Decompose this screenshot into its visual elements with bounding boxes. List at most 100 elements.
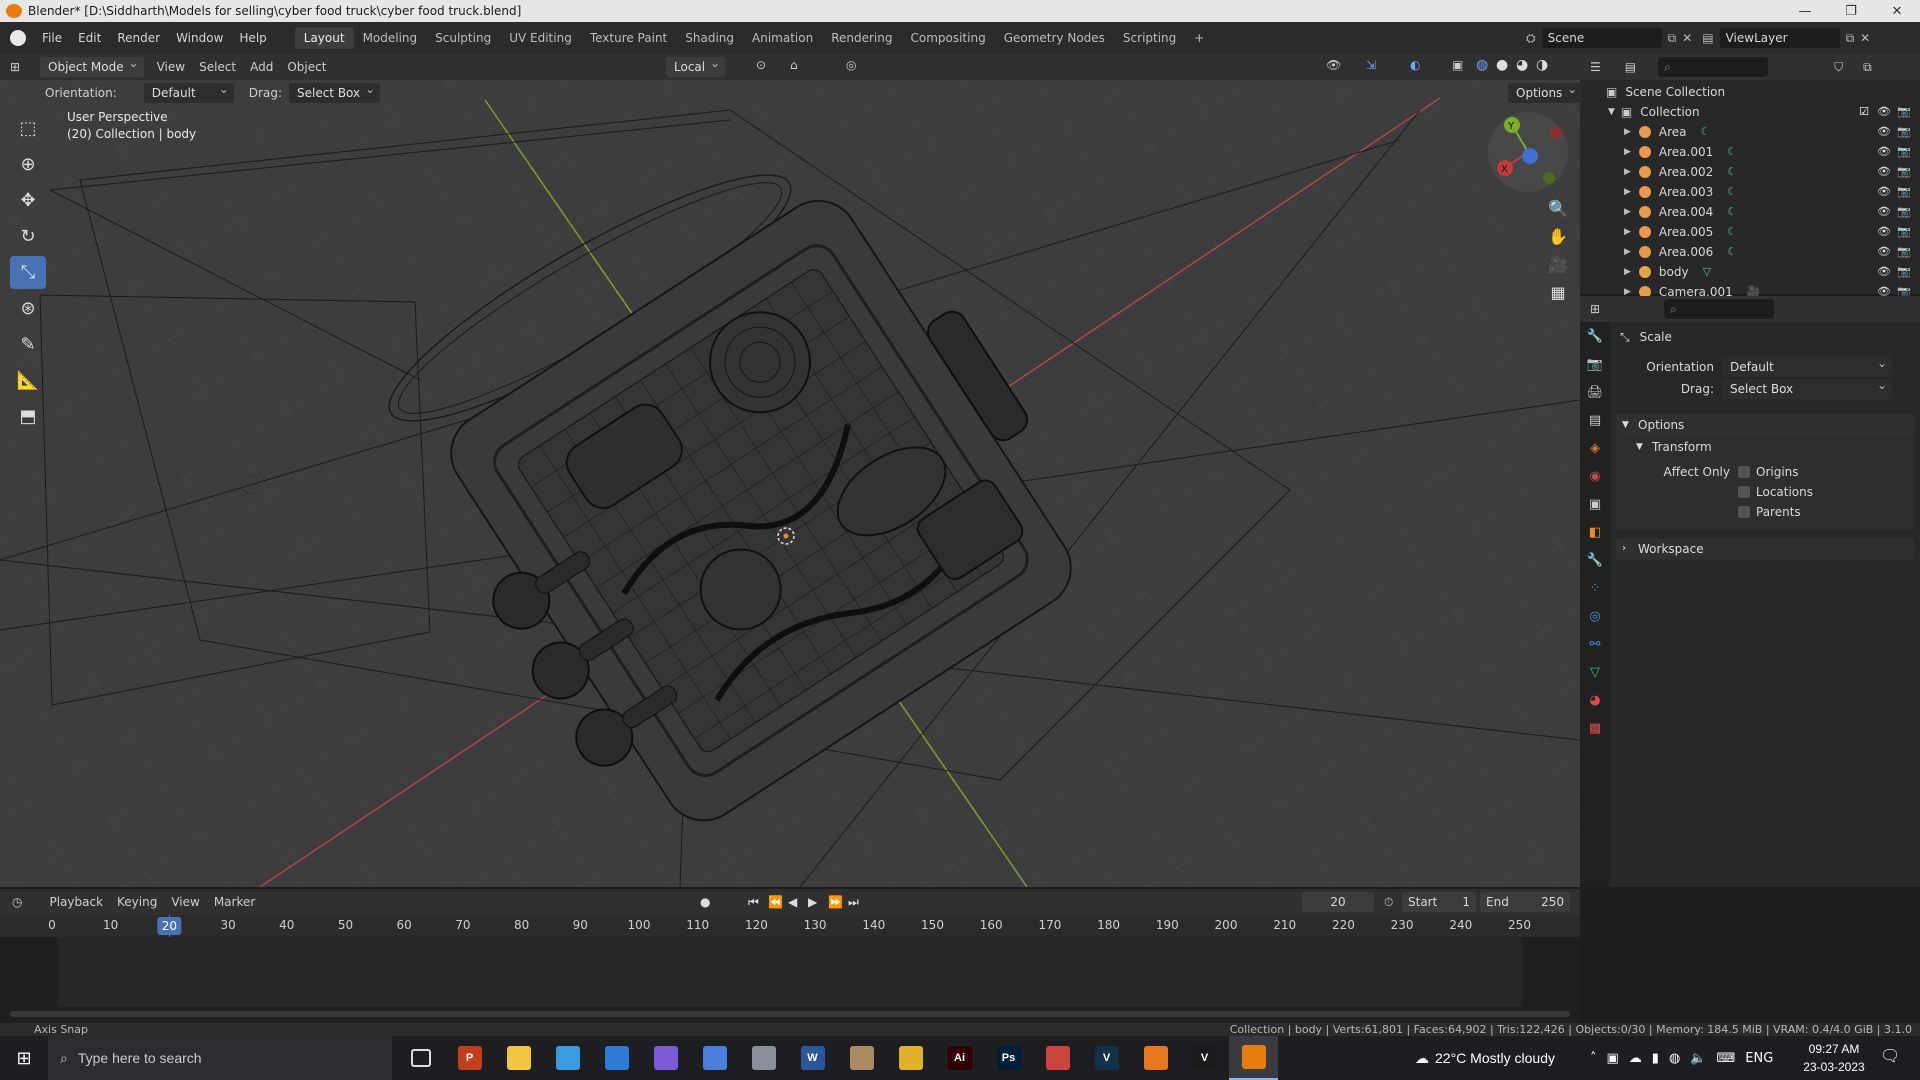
scene-field[interactable]: Scene: [1541, 28, 1662, 48]
viewlayer-field[interactable]: ViewLayer: [1719, 28, 1840, 48]
select-box-tool-icon[interactable]: ⬚: [10, 112, 46, 145]
physics-tab-icon[interactable]: ◎: [1580, 602, 1610, 630]
render-tab-icon[interactable]: 📷: [1580, 350, 1610, 378]
maximize-button[interactable]: ❐: [1828, 0, 1874, 22]
render-camera-icon[interactable]: 📷: [1896, 182, 1912, 202]
row-expand-icon[interactable]: ▶: [1624, 142, 1631, 162]
gizmo-icon[interactable]: ⇲: [1366, 58, 1376, 72]
timeline-view-menu[interactable]: View: [164, 895, 206, 909]
outliner-row[interactable]: ▶ Area.001 ☾ 👁 📷: [1580, 142, 1920, 162]
move-tool-icon[interactable]: ✥: [10, 184, 46, 217]
keyboard-icon[interactable]: ⌨: [1716, 1051, 1735, 1066]
options-dropdown[interactable]: Options: [1508, 79, 1583, 103]
row-expand-icon[interactable]: ▶: [1624, 202, 1631, 222]
current-frame-field[interactable]: 20: [1302, 892, 1374, 912]
play-icon[interactable]: ▶: [808, 895, 817, 909]
scene-tab-icon[interactable]: ◈: [1580, 434, 1610, 462]
taskbar-app-app-red[interactable]: [1033, 1036, 1082, 1080]
select-menu[interactable]: Select: [192, 60, 243, 74]
parents-checkbox[interactable]: [1738, 506, 1750, 518]
menu-render[interactable]: Render: [109, 22, 168, 54]
options-panel-header[interactable]: ▼ Options: [1616, 414, 1914, 436]
collection-visibility-icon[interactable]: 👁: [1876, 102, 1892, 122]
prop-orientation-dropdown[interactable]: Default: [1722, 353, 1892, 377]
proportional-edit-icon[interactable]: ◎: [846, 58, 856, 72]
outliner-row[interactable]: ▶ Area.006 ☾ 👁 📷: [1580, 242, 1920, 262]
jump-start-icon[interactable]: ⏮: [748, 895, 759, 910]
outliner-row[interactable]: ▶ body ▽ 👁 📷: [1580, 262, 1920, 282]
taskbar-app-app-gray[interactable]: [739, 1036, 788, 1080]
collection-expand-icon[interactable]: ▼: [1608, 102, 1615, 122]
taskbar-app-illustrator[interactable]: Ai: [935, 1036, 984, 1080]
row-expand-icon[interactable]: ▶: [1624, 122, 1631, 142]
render-camera-icon[interactable]: 📷: [1896, 262, 1912, 282]
tab-modeling[interactable]: Modeling: [354, 27, 427, 49]
pan-hand-icon[interactable]: ✋: [1546, 222, 1570, 250]
delete-viewlayer-icon[interactable]: ✕: [1860, 31, 1870, 45]
row-expand-icon[interactable]: ▶: [1624, 182, 1631, 202]
object-menu[interactable]: Object: [280, 60, 333, 74]
taskbar-app-blender[interactable]: [1229, 1036, 1278, 1080]
taskbar-app-calendar[interactable]: [592, 1036, 641, 1080]
taskbar-search-box[interactable]: ⌕ Type here to search: [48, 1036, 392, 1080]
end-frame-field[interactable]: End 250: [1480, 892, 1570, 912]
xray-icon[interactable]: ▣: [1452, 58, 1463, 72]
orientation-dropdown[interactable]: Default: [143, 79, 234, 103]
origins-checkbox[interactable]: [1738, 466, 1750, 478]
render-camera-icon[interactable]: 📷: [1896, 202, 1912, 222]
pivot-icon[interactable]: ⊙: [756, 58, 766, 72]
solid-shading-icon[interactable]: ●: [1496, 57, 1508, 73]
object-tab-icon[interactable]: ◧: [1580, 518, 1610, 546]
overlays-icon[interactable]: ◐: [1410, 58, 1420, 72]
visibility-eye-icon[interactable]: 👁: [1876, 262, 1892, 282]
add-workspace-button[interactable]: +: [1185, 27, 1213, 49]
outliner-row[interactable]: ▶ Area ☾ 👁 📷: [1580, 122, 1920, 142]
constraints-tab-icon[interactable]: ⚯: [1580, 630, 1610, 658]
workspace-panel-header[interactable]: › Workspace: [1616, 538, 1914, 560]
taskbar-app-task-view[interactable]: [396, 1036, 445, 1080]
render-camera-icon[interactable]: 📷: [1896, 162, 1912, 182]
outliner-search-field[interactable]: ⌕: [1658, 57, 1769, 77]
next-keyframe-icon[interactable]: ⏩: [828, 895, 843, 909]
light-data-icon[interactable]: ☾: [1727, 182, 1737, 202]
snap-icon[interactable]: ⌂: [790, 58, 798, 72]
network-icon[interactable]: ◍: [1669, 1051, 1680, 1066]
taskbar-app-powerpoint[interactable]: P: [445, 1036, 494, 1080]
tool-tab-icon[interactable]: 🔧: [1580, 322, 1610, 350]
onedrive-icon[interactable]: ☁: [1629, 1051, 1642, 1066]
tab-rendering[interactable]: Rendering: [822, 27, 901, 49]
light-data-icon[interactable]: ☾: [1727, 242, 1737, 262]
tab-layout[interactable]: Layout: [294, 27, 354, 49]
row-expand-icon[interactable]: ▶: [1624, 222, 1631, 242]
visibility-icon[interactable]: 👁: [1326, 58, 1341, 72]
rendered-shading-icon[interactable]: ◑: [1536, 57, 1548, 73]
taskbar-app-photoshop[interactable]: Ps: [984, 1036, 1033, 1080]
collection-row[interactable]: ▼ ▣ Collection ☑ 👁 📷: [1580, 102, 1920, 122]
visibility-eye-icon[interactable]: 👁: [1876, 182, 1892, 202]
visibility-eye-icon[interactable]: 👁: [1876, 162, 1892, 182]
output-tab-icon[interactable]: 🖨: [1580, 378, 1610, 406]
new-scene-icon[interactable]: ⧉: [1668, 31, 1677, 46]
record-icon[interactable]: ●: [700, 895, 710, 909]
start-frame-field[interactable]: Start 1: [1402, 892, 1476, 912]
transform-tool-icon[interactable]: ⊛: [10, 292, 46, 325]
visibility-eye-icon[interactable]: 👁: [1876, 142, 1892, 162]
visibility-eye-icon[interactable]: 👁: [1876, 242, 1892, 262]
cursor-tool-icon[interactable]: ⊕: [10, 148, 46, 181]
add-menu[interactable]: Add: [243, 60, 280, 74]
row-expand-icon[interactable]: ▶: [1624, 262, 1631, 282]
world-tab-icon[interactable]: ◉: [1580, 462, 1610, 490]
view-menu[interactable]: View: [150, 60, 192, 74]
play-reverse-icon[interactable]: ◀: [788, 895, 797, 909]
timeline-editor-icon[interactable]: ◷: [12, 895, 22, 909]
prop-drag-dropdown[interactable]: Select Box: [1722, 375, 1892, 399]
close-button[interactable]: ✕: [1874, 0, 1920, 22]
wireframe-shading-icon[interactable]: ◍: [1476, 57, 1488, 73]
material-shading-icon[interactable]: ◕: [1516, 57, 1528, 73]
locations-checkbox[interactable]: [1738, 486, 1750, 498]
menu-edit[interactable]: Edit: [70, 22, 109, 54]
menu-help[interactable]: Help: [231, 22, 274, 54]
taskbar-app-word[interactable]: W: [788, 1036, 837, 1080]
taskbar-app-file-explorer[interactable]: [494, 1036, 543, 1080]
taskbar-app-vectorize[interactable]: V: [1082, 1036, 1131, 1080]
